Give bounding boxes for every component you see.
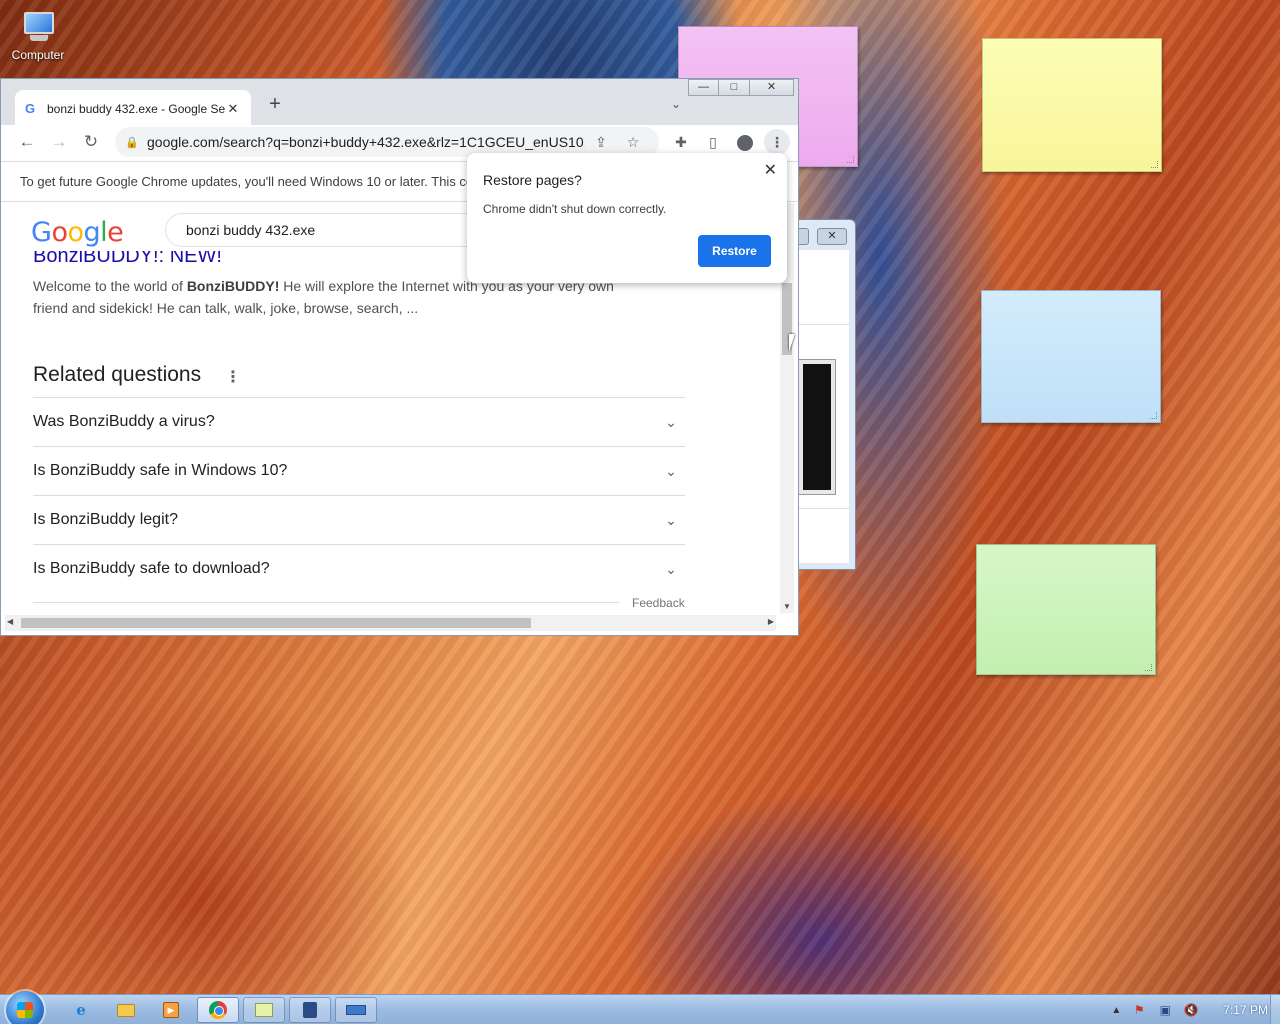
tab-search-chevron-icon[interactable]: ⌄ — [671, 97, 681, 111]
show-hidden-icons-icon[interactable]: ▲ — [1111, 1005, 1121, 1016]
chevron-down-icon: ⌄ — [665, 511, 677, 528]
taskbar-virtualbox[interactable] — [289, 997, 331, 1023]
reload-button[interactable]: ↻ — [75, 132, 107, 152]
show-desktop-button[interactable] — [1270, 995, 1280, 1024]
virtualbox-icon — [303, 1002, 317, 1018]
window-controls: — □ ✕ — [688, 79, 794, 96]
google-favicon-icon: G — [25, 101, 36, 116]
sticky-note-yellow[interactable] — [982, 38, 1162, 172]
clock[interactable]: 7:17 PM — [1223, 1003, 1268, 1017]
sticky-notes-icon — [255, 1003, 273, 1017]
taskbar: e ▶ ▲ ⚑ ▣ 🔇 7:17 PM — [0, 991, 1280, 1024]
chevron-down-icon: ⌄ — [665, 560, 677, 577]
taskbar-media-player[interactable]: ▶ — [150, 997, 192, 1023]
lock-icon[interactable]: 🔒 — [125, 136, 147, 149]
share-icon[interactable]: ⇪ — [585, 134, 617, 151]
ie-icon: e — [76, 1001, 86, 1019]
taskbar-explorer[interactable] — [105, 997, 147, 1023]
sticky-note-green[interactable] — [976, 544, 1156, 675]
maximize-button[interactable]: □ — [719, 79, 750, 96]
chrome-titlebar[interactable]: — □ ✕ G bonzi buddy 432.exe - Google Se … — [1, 79, 798, 127]
divider — [799, 324, 849, 325]
taskbar-sticky-notes[interactable] — [243, 997, 285, 1023]
start-button[interactable] — [6, 991, 44, 1024]
feedback-link[interactable]: Feedback — [632, 596, 685, 610]
restore-pages-dialog: Restore pages? Chrome didn't shut down c… — [467, 153, 787, 283]
bookmark-star-icon[interactable]: ☆ — [617, 134, 649, 151]
background-window-close-button[interactable]: ✕ — [817, 228, 847, 245]
network-icon[interactable]: ▣ — [1157, 1003, 1173, 1017]
horizontal-scrollbar[interactable]: ◀ ▶ — [5, 615, 776, 631]
folder-icon — [117, 1003, 135, 1017]
windows-logo-icon — [17, 1002, 33, 1018]
extensions-puzzle-icon[interactable]: ✚ — [665, 129, 697, 155]
google-logo[interactable]: Google — [31, 217, 124, 248]
system-tray: ▲ ⚑ ▣ 🔇 7:17 PM — [1111, 995, 1268, 1024]
forward-button[interactable]: → — [43, 132, 75, 152]
related-question[interactable]: Is BonziBuddy legit? ⌄ — [33, 495, 685, 544]
toolbar-right: ✚ ▯ ⋮ — [665, 129, 790, 155]
result-title-link[interactable]: BonziBUDDY!: NEW! — [33, 251, 222, 268]
background-window[interactable]: ✕ — [790, 219, 856, 570]
divider — [799, 508, 849, 509]
tab-title: bonzi buddy 432.exe - Google Se — [47, 101, 225, 116]
media-player-icon: ▶ — [163, 1002, 179, 1018]
volume-muted-icon[interactable]: 🔇 — [1183, 1003, 1199, 1017]
desktop-icon-label: Computer — [11, 48, 65, 62]
scroll-down-arrow-icon[interactable]: ▼ — [780, 602, 794, 611]
chevron-down-icon: ⌄ — [665, 413, 677, 430]
sticky-note-blue[interactable] — [981, 290, 1161, 423]
new-tab-button[interactable]: + — [263, 93, 287, 116]
action-center-flag-icon[interactable]: ⚑ — [1131, 1003, 1147, 1017]
restore-dialog-title: Restore pages? — [483, 172, 582, 188]
restore-dialog-message: Chrome didn't shut down correctly. — [483, 202, 667, 216]
scroll-right-arrow-icon[interactable]: ▶ — [768, 617, 774, 626]
close-icon[interactable]: ✕ — [764, 160, 777, 180]
chrome-icon — [209, 1001, 227, 1019]
background-window-preview — [799, 360, 835, 494]
minimize-button[interactable]: — — [688, 79, 719, 96]
restore-button[interactable]: Restore — [698, 235, 771, 267]
side-panel-icon[interactable]: ▯ — [697, 129, 729, 155]
mouse-cursor-icon — [789, 334, 795, 352]
horizontal-scroll-thumb[interactable] — [21, 618, 531, 628]
related-question[interactable]: Is BonziBuddy safe to download? ⌄ — [33, 544, 685, 593]
divider — [33, 602, 619, 603]
more-options-icon[interactable]: ⋮ — [225, 367, 241, 387]
chrome-menu-kebab-icon[interactable]: ⋮ — [764, 129, 790, 155]
on-screen-keyboard-icon — [346, 1005, 366, 1015]
computer-icon — [18, 10, 58, 44]
related-question[interactable]: Is BonziBuddy safe in Windows 10? ⌄ — [33, 446, 685, 495]
profile-avatar-icon[interactable] — [729, 129, 761, 155]
taskbar-chrome[interactable] — [197, 997, 239, 1023]
related-questions-heading: Related questions — [33, 363, 202, 386]
url-text[interactable]: google.com/search?q=bonzi+buddy+432.exe&… — [147, 134, 585, 150]
desktop-icon-computer[interactable]: Computer — [6, 6, 70, 62]
chevron-down-icon: ⌄ — [665, 462, 677, 479]
close-window-button[interactable]: ✕ — [750, 79, 794, 96]
tab-close-icon[interactable]: ✕ — [225, 101, 241, 117]
taskbar-on-screen-keyboard[interactable] — [335, 997, 377, 1023]
related-questions-list: Was BonziBuddy a virus? ⌄ Is BonziBuddy s… — [33, 397, 685, 593]
taskbar-ie[interactable]: e — [60, 997, 102, 1023]
scroll-left-arrow-icon[interactable]: ◀ — [7, 617, 13, 626]
related-question[interactable]: Was BonziBuddy a virus? ⌄ — [33, 397, 685, 446]
back-button[interactable]: ← — [11, 132, 43, 152]
tab-google-search[interactable]: G bonzi buddy 432.exe - Google Se ✕ — [15, 90, 251, 127]
